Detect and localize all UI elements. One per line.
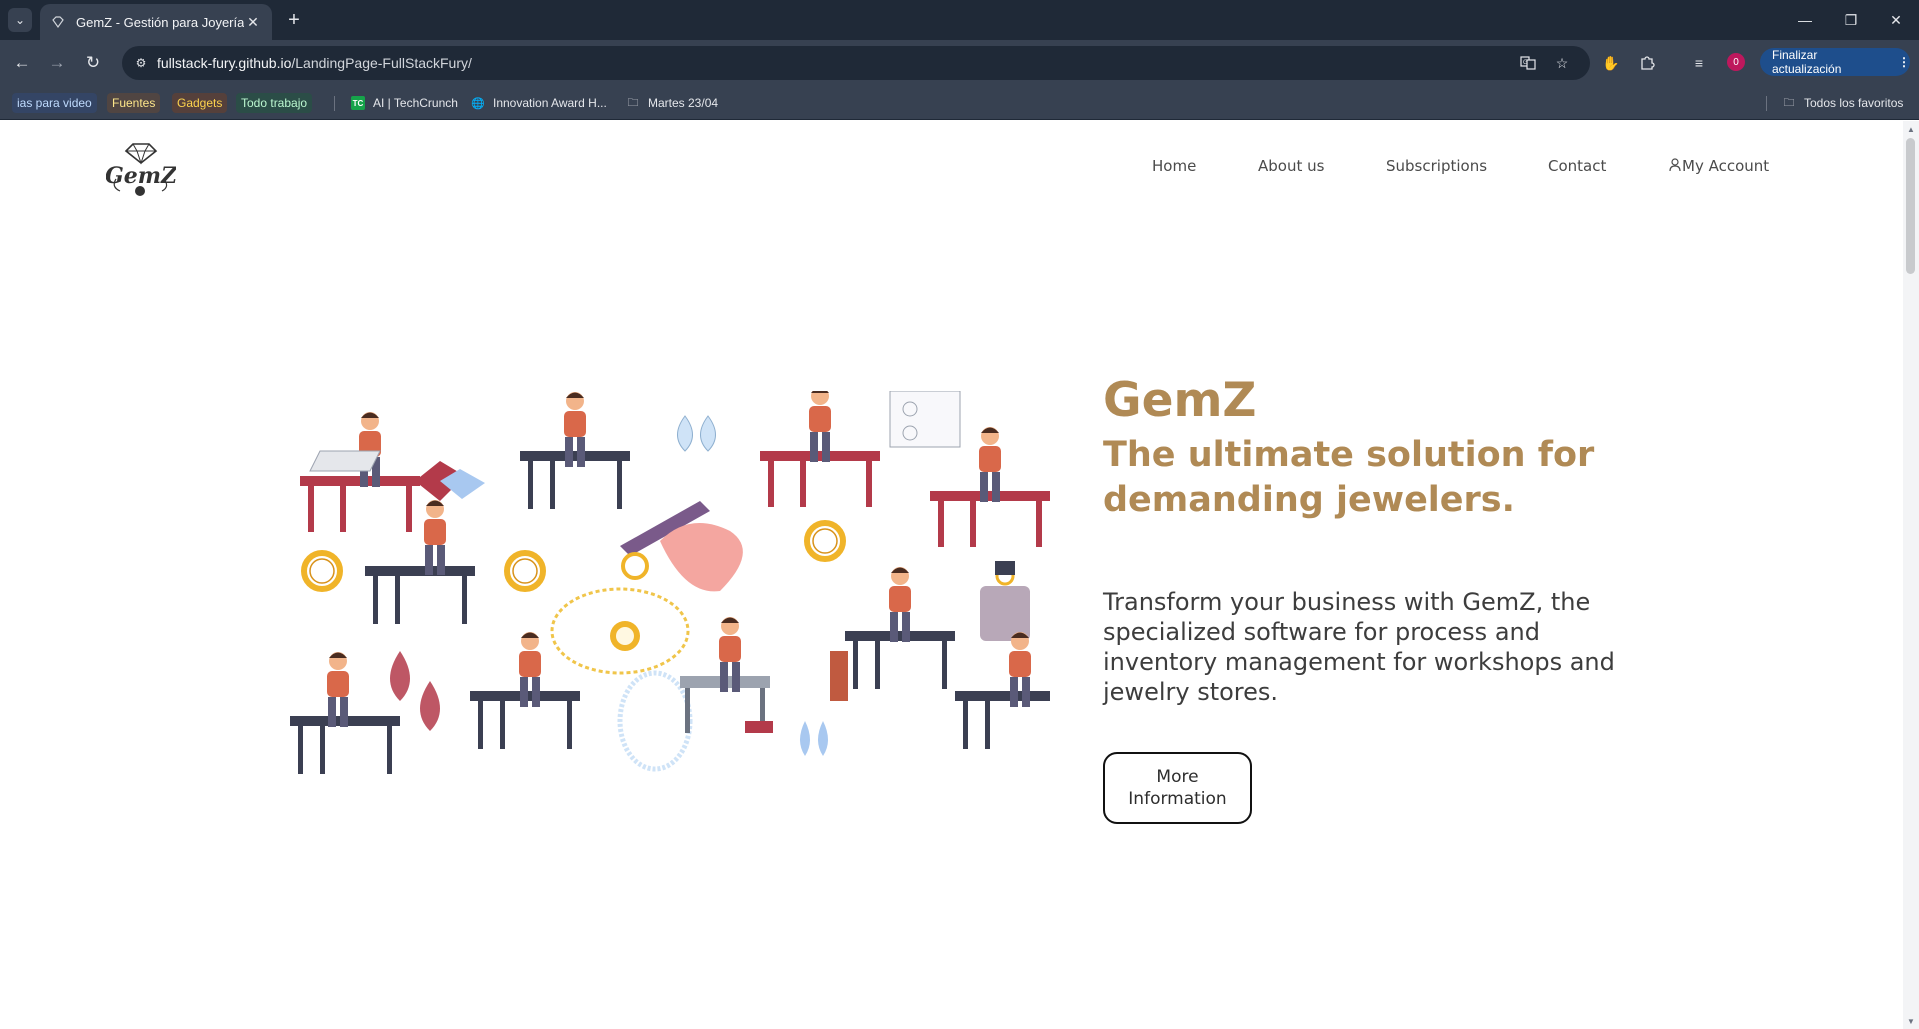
tab-strip: ⌄ GemZ - Gestión para Joyerías ✕ + — ❐ ✕	[0, 0, 1919, 40]
nav-contact[interactable]: Contact	[1548, 157, 1606, 175]
scrollbar-thumb[interactable]	[1906, 138, 1915, 274]
url-text[interactable]: fullstack-fury.github.io/LandingPage-Ful…	[157, 55, 472, 71]
browser-toolbar: ← → ↻ ⚙ fullstack-fury.github.io/Landing…	[0, 40, 1919, 86]
bookmark-star-icon[interactable]: ☆	[1552, 53, 1572, 73]
all-bookmarks-folder[interactable]: 🗀 Todos los favoritos	[1782, 93, 1904, 113]
bookmark-separator	[1766, 96, 1767, 111]
bookmark-techcrunch[interactable]: TC AI | TechCrunch	[351, 93, 458, 113]
close-tab-icon[interactable]: ✕	[244, 14, 262, 31]
tab-search-icon[interactable]: ⌄	[8, 8, 32, 32]
nav-about-us[interactable]: About us	[1258, 157, 1324, 175]
bookmark-fuentes[interactable]: Fuentes	[107, 93, 161, 113]
hero-title: The ultimate solution for demanding jewe…	[1103, 435, 1595, 520]
reading-list-icon[interactable]: ≡	[1688, 52, 1710, 74]
forward-icon[interactable]: →	[44, 50, 70, 76]
translate-icon[interactable]: G	[1518, 53, 1538, 73]
more-information-button[interactable]: More Information	[1103, 752, 1252, 824]
minimize-icon[interactable]: —	[1790, 8, 1820, 32]
techcrunch-icon: TC	[351, 96, 365, 110]
bookmark-separator	[334, 96, 335, 111]
globe-icon: 🌐	[471, 97, 485, 110]
jewelry-workshop-illustration	[290, 391, 1050, 774]
bookmarks-bar: ias para video Fuentes Gadgets Todo trab…	[0, 86, 1919, 120]
folder-icon: 🗀	[627, 96, 639, 109]
hero-brand-name: GemZ	[1103, 373, 1257, 428]
more-options-icon[interactable]: ⋮	[1898, 55, 1910, 69]
browser-tab[interactable]: GemZ - Gestión para Joyerías ✕	[40, 4, 272, 40]
profile-avatar[interactable]: 0	[1727, 53, 1745, 71]
site-info-icon[interactable]: ⚙	[132, 54, 150, 72]
bookmark-innovation-award[interactable]: 🌐 Innovation Award H...	[471, 93, 607, 113]
extensions-puzzle-icon[interactable]	[1636, 52, 1658, 74]
bookmark-martes[interactable]: 🗀 Martes 23/04	[626, 93, 719, 113]
bookmark-todo-trabajo[interactable]: Todo trabajo	[236, 93, 313, 113]
folder-icon: 🗀	[1783, 96, 1795, 109]
bookmark-ias-para-video[interactable]: ias para video	[12, 93, 97, 113]
svg-text:GemZ: GemZ	[106, 163, 176, 189]
landing-page: GemZ Home About us Subscriptions Contact…	[0, 121, 1903, 1029]
bookmark-gadgets[interactable]: Gadgets	[172, 93, 228, 113]
hero-description: Transform your business with GemZ, the s…	[1103, 588, 1615, 706]
scroll-up-icon[interactable]: ▲	[1905, 123, 1917, 135]
extension-hand-icon[interactable]: ✋	[1600, 52, 1622, 74]
user-icon	[1669, 158, 1681, 176]
new-tab-icon[interactable]: +	[282, 8, 306, 32]
nav-my-account[interactable]: My Account	[1669, 157, 1769, 176]
restore-icon[interactable]: ❐	[1836, 8, 1866, 32]
gemz-logo[interactable]: GemZ	[105, 139, 178, 199]
scroll-down-icon[interactable]: ▼	[1905, 1015, 1917, 1027]
reload-icon[interactable]: ↻	[80, 50, 106, 76]
back-icon[interactable]: ←	[9, 50, 35, 76]
gem-favicon-icon	[50, 14, 66, 30]
nav-home[interactable]: Home	[1152, 157, 1196, 175]
finish-update-button[interactable]: Finalizar actualización ⋮	[1760, 48, 1910, 76]
svg-text:G: G	[1523, 60, 1528, 66]
tab-title: GemZ - Gestión para Joyerías	[76, 14, 244, 30]
nav-subscriptions[interactable]: Subscriptions	[1386, 157, 1487, 175]
address-bar[interactable]: ⚙ fullstack-fury.github.io/LandingPage-F…	[122, 46, 1590, 80]
close-window-icon[interactable]: ✕	[1881, 8, 1911, 32]
